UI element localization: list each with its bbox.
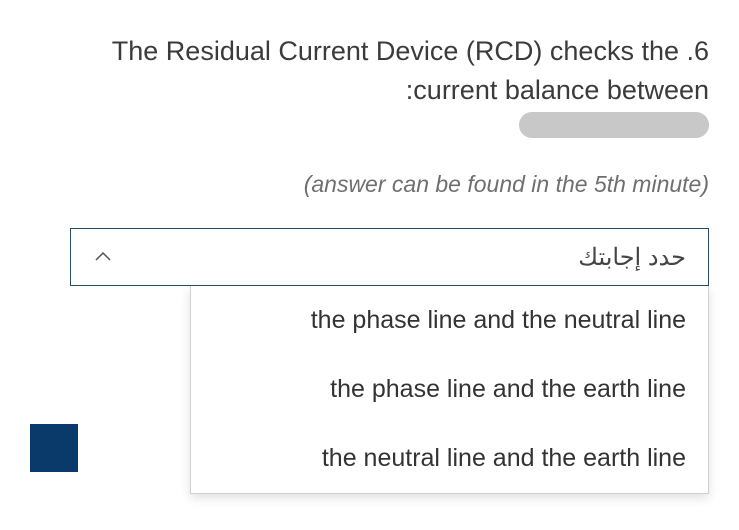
- answer-dropdown: حدد إجابتك the phase line and the neutra…: [70, 228, 709, 494]
- redaction-wrap: [30, 112, 709, 143]
- redacted-mark: [519, 112, 709, 138]
- dropdown-option[interactable]: the phase line and the neutral line: [191, 286, 708, 355]
- dropdown-option[interactable]: the phase line and the earth line: [191, 355, 708, 424]
- quiz-question-page: The Residual Current Device (RCD) checks…: [0, 0, 739, 530]
- question-text: The Residual Current Device (RCD) checks…: [30, 32, 709, 110]
- dropdown-option[interactable]: the neutral line and the earth line: [191, 424, 708, 493]
- question-line-2: :current balance between: [406, 75, 709, 105]
- dropdown-header[interactable]: حدد إجابتك: [70, 228, 709, 286]
- chevron-up-icon: [93, 247, 113, 267]
- dropdown-placeholder: حدد إجابتك: [578, 243, 686, 272]
- hint-text: (answer can be found in the 5th minute): [30, 171, 709, 198]
- nav-button[interactable]: [30, 424, 78, 472]
- dropdown-list: the phase line and the neutral line the …: [190, 286, 709, 494]
- question-line-1: The Residual Current Device (RCD) checks…: [112, 36, 709, 66]
